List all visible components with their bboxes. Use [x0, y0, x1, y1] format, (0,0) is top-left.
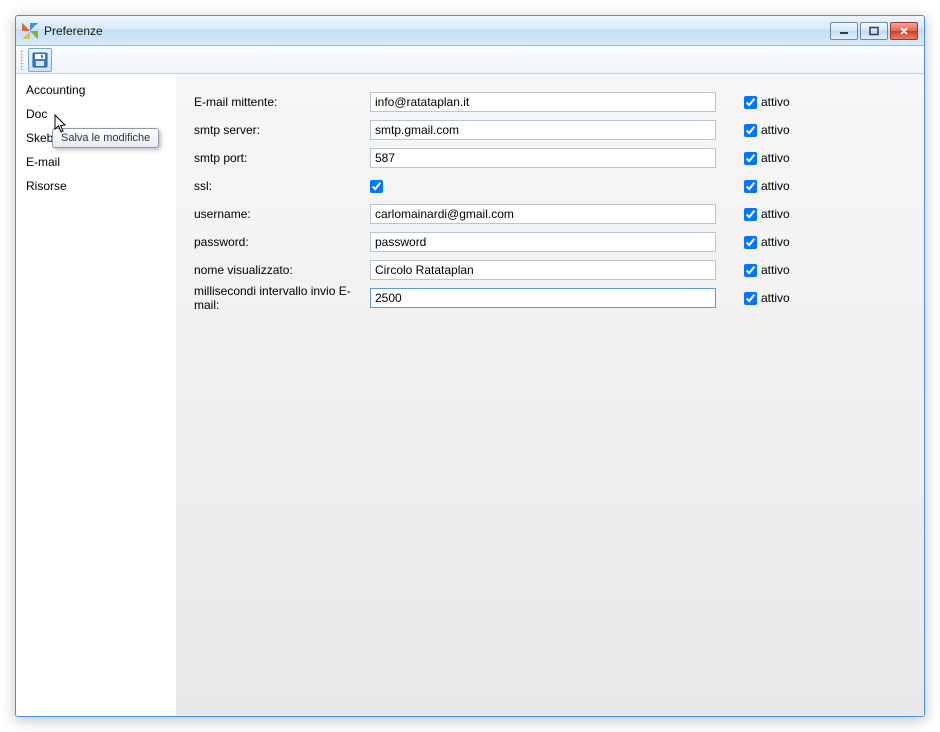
form-input[interactable]: [370, 204, 716, 224]
maximize-icon: [868, 26, 880, 36]
attivo-checkbox[interactable]: [744, 124, 757, 137]
attivo-checkbox-wrapper[interactable]: attivo: [744, 179, 790, 193]
form-input[interactable]: [370, 148, 716, 168]
attivo-checkbox-wrapper[interactable]: attivo: [744, 123, 790, 137]
sidebar: Accounting Doc Skebby E-mail Risorse: [16, 74, 176, 716]
window-controls: [830, 22, 918, 40]
form-label: password:: [194, 235, 370, 249]
attivo-checkbox[interactable]: [744, 236, 757, 249]
form-label: nome visualizzato:: [194, 263, 370, 277]
form-row: nome visualizzato: attivo: [194, 256, 906, 284]
form-row: password: attivo: [194, 228, 906, 256]
attivo-checkbox[interactable]: [744, 96, 757, 109]
save-button[interactable]: [28, 48, 52, 72]
form-row: username: attivo: [194, 200, 906, 228]
form-input[interactable]: [370, 120, 716, 140]
form-input[interactable]: [370, 92, 716, 112]
preferences-window: Preferenze Accounting Do: [15, 15, 925, 717]
attivo-label: attivo: [761, 179, 790, 193]
toolbar: [16, 46, 924, 74]
sidebar-item-email[interactable]: E-mail: [16, 150, 176, 174]
ssl-checkbox[interactable]: [370, 180, 383, 193]
attivo-checkbox-wrapper[interactable]: attivo: [744, 291, 790, 305]
form-input[interactable]: [370, 260, 716, 280]
minimize-button[interactable]: [830, 22, 858, 40]
body: Accounting Doc Skebby E-mail Risorse E-m…: [16, 74, 924, 716]
attivo-label: attivo: [761, 95, 790, 109]
attivo-label: attivo: [761, 151, 790, 165]
toolbar-grip: [20, 50, 24, 70]
app-icon: [22, 23, 38, 39]
attivo-checkbox[interactable]: [744, 208, 757, 221]
form-label: smtp port:: [194, 151, 370, 165]
attivo-label: attivo: [761, 291, 790, 305]
attivo-label: attivo: [761, 263, 790, 277]
attivo-checkbox-wrapper[interactable]: attivo: [744, 207, 790, 221]
attivo-checkbox-wrapper[interactable]: attivo: [744, 263, 790, 277]
maximize-button[interactable]: [860, 22, 888, 40]
sidebar-item-accounting[interactable]: Accounting: [16, 78, 176, 102]
close-icon: [898, 26, 910, 36]
sidebar-item-doc[interactable]: Doc: [16, 102, 176, 126]
attivo-checkbox[interactable]: [744, 264, 757, 277]
minimize-icon: [838, 26, 850, 36]
form-row: ssl: attivo: [194, 172, 906, 200]
attivo-checkbox-wrapper[interactable]: attivo: [744, 95, 790, 109]
attivo-checkbox[interactable]: [744, 152, 757, 165]
attivo-checkbox-wrapper[interactable]: attivo: [744, 151, 790, 165]
window-title: Preferenze: [44, 24, 830, 38]
form-row: millisecondi intervallo invio E-mail: att…: [194, 284, 906, 312]
form-label: username:: [194, 207, 370, 221]
close-button[interactable]: [890, 22, 918, 40]
form-label: E-mail mittente:: [194, 95, 370, 109]
form-row: smtp port: attivo: [194, 144, 906, 172]
form-input[interactable]: [370, 288, 716, 308]
sidebar-item-risorse[interactable]: Risorse: [16, 174, 176, 198]
form-input[interactable]: [370, 232, 716, 252]
attivo-label: attivo: [761, 123, 790, 137]
attivo-label: attivo: [761, 235, 790, 249]
attivo-checkbox[interactable]: [744, 292, 757, 305]
titlebar[interactable]: Preferenze: [16, 16, 924, 46]
attivo-checkbox-wrapper[interactable]: attivo: [744, 235, 790, 249]
save-icon: [32, 52, 48, 68]
attivo-label: attivo: [761, 207, 790, 221]
form-row: smtp server: attivo: [194, 116, 906, 144]
save-tooltip: Salva le modifiche: [52, 128, 159, 148]
form-label: smtp server:: [194, 123, 370, 137]
main-panel: E-mail mittente: attivo smtp server: attivo…: [176, 74, 924, 716]
form-row: E-mail mittente: attivo: [194, 88, 906, 116]
attivo-checkbox[interactable]: [744, 180, 757, 193]
form-label: ssl:: [194, 179, 370, 193]
form-label: millisecondi intervallo invio E-mail:: [194, 284, 370, 312]
